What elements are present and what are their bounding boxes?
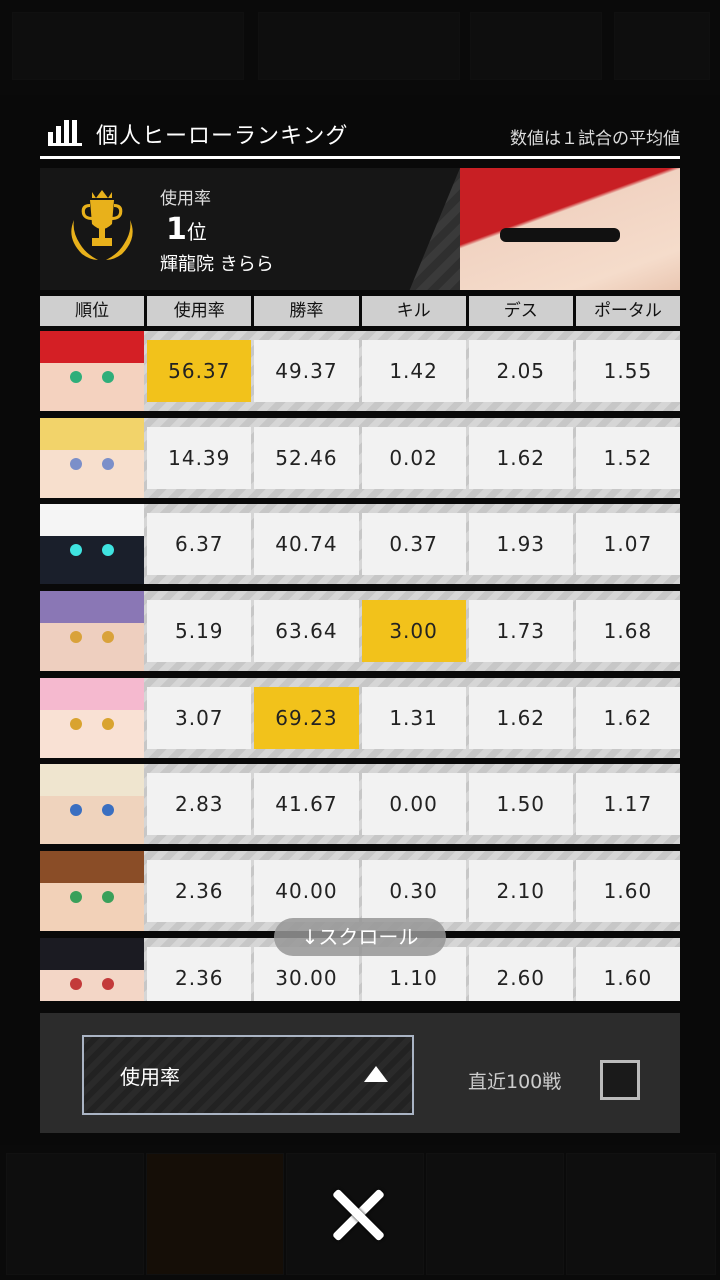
cell-portal: 1.07 bbox=[575, 513, 680, 576]
cell-win: 69.23 bbox=[254, 686, 359, 749]
table-row[interactable]: 6.37 40.74 0.37 1.93 1.07 bbox=[40, 504, 680, 585]
sort-dropdown[interactable]: 使用率 bbox=[82, 1035, 414, 1115]
cell-death: 2.05 bbox=[468, 340, 573, 402]
ranking-panel: 個人ヒーローランキング 数値は１試合の平均値 使用率 1位 輝龍院 きらら 順位… bbox=[40, 112, 681, 1001]
cell-portal: 1.68 bbox=[575, 600, 680, 663]
cell-kill: 0.37 bbox=[361, 513, 466, 576]
hero-portrait bbox=[40, 591, 145, 672]
cell-kill: 1.31 bbox=[361, 686, 466, 749]
recent-filter-checkbox[interactable] bbox=[600, 1060, 640, 1100]
cell-death: 2.60 bbox=[468, 946, 573, 1001]
cell-usage: 5.19 bbox=[147, 600, 252, 663]
table-row[interactable]: 5.19 63.64 3.00 1.73 1.68 bbox=[40, 591, 680, 672]
cell-kill: 1.42 bbox=[361, 340, 466, 402]
table-row[interactable]: 3.07 69.23 1.31 1.62 1.62 bbox=[40, 677, 680, 758]
cell-kill: 0.02 bbox=[361, 426, 466, 489]
cell-portal: 1.17 bbox=[575, 773, 680, 836]
recent-filter-label: 直近100戦 bbox=[468, 1071, 562, 1093]
cell-win: 52.46 bbox=[254, 426, 359, 489]
cell-portal: 1.62 bbox=[575, 686, 680, 749]
filter-bar: 使用率 直近100戦 bbox=[40, 1013, 680, 1133]
cell-portal: 1.60 bbox=[575, 860, 680, 923]
table-header: 順位 使用率 勝率 キル デス ポータル bbox=[40, 296, 681, 326]
close-icon[interactable] bbox=[330, 1186, 388, 1244]
scroll-hint: ↓スクロール bbox=[274, 918, 446, 956]
top-hero-banner: 使用率 1位 輝龍院 きらら bbox=[40, 168, 680, 290]
cell-win: 40.74 bbox=[254, 513, 359, 576]
cell-portal: 1.60 bbox=[575, 946, 680, 1001]
cell-death: 2.10 bbox=[468, 860, 573, 923]
cell-death: 1.50 bbox=[468, 773, 573, 836]
cell-kill: 3.00 bbox=[361, 600, 466, 663]
column-header-rank[interactable]: 順位 bbox=[40, 296, 145, 326]
hero-portrait bbox=[40, 764, 145, 845]
banner-rank: 1位 bbox=[166, 212, 207, 247]
hero-portrait bbox=[40, 677, 145, 758]
cell-usage: 2.36 bbox=[147, 860, 252, 923]
cell-kill: 0.30 bbox=[361, 860, 466, 923]
sort-dropdown-value: 使用率 bbox=[120, 1065, 180, 1089]
banner-hero-name: 輝龍院 きらら bbox=[160, 254, 274, 275]
cell-death: 1.73 bbox=[468, 600, 573, 663]
cell-kill: 0.00 bbox=[361, 773, 466, 836]
cell-usage: 6.37 bbox=[147, 513, 252, 576]
cell-death: 1.93 bbox=[468, 513, 573, 576]
cell-win: 49.37 bbox=[254, 340, 359, 402]
hero-portrait-large bbox=[460, 168, 680, 290]
panel-header: 個人ヒーローランキング 数値は１試合の平均値 bbox=[40, 112, 680, 159]
hero-portrait bbox=[40, 504, 145, 585]
average-note: 数値は１試合の平均値 bbox=[510, 129, 680, 149]
cell-usage: 14.39 bbox=[147, 426, 252, 489]
column-header-death[interactable]: デス bbox=[468, 296, 573, 326]
column-header-win[interactable]: 勝率 bbox=[254, 296, 359, 326]
trophy-icon bbox=[71, 190, 133, 260]
cell-death: 1.62 bbox=[468, 686, 573, 749]
column-header-kill[interactable]: キル bbox=[361, 296, 466, 326]
triangle-up-icon bbox=[364, 1066, 388, 1082]
cell-usage: 56.37 bbox=[147, 340, 252, 402]
cell-usage: 3.07 bbox=[147, 686, 252, 749]
table-row[interactable]: 2.83 41.67 0.00 1.50 1.17 bbox=[40, 764, 680, 845]
cell-death: 1.62 bbox=[468, 426, 573, 489]
cell-usage: 2.83 bbox=[147, 773, 252, 836]
panel-title: 個人ヒーローランキング bbox=[96, 124, 349, 149]
hero-portrait bbox=[40, 937, 145, 1001]
hero-portrait bbox=[40, 851, 145, 932]
column-header-usage[interactable]: 使用率 bbox=[147, 296, 252, 326]
cell-portal: 1.52 bbox=[575, 426, 680, 489]
table-row[interactable]: 14.39 52.46 0.02 1.62 1.52 bbox=[40, 417, 680, 498]
bar-chart-icon bbox=[48, 118, 82, 146]
ranking-table-body[interactable]: 56.37 49.37 1.42 2.05 1.55 14.39 52.46 0.02 1.62… bbox=[40, 331, 680, 1001]
table-row[interactable]: 56.37 49.37 1.42 2.05 1.55 bbox=[40, 331, 680, 411]
banner-stat-label: 使用率 bbox=[160, 189, 211, 209]
cell-portal: 1.55 bbox=[575, 340, 680, 402]
hero-portrait bbox=[40, 417, 145, 498]
cell-win: 40.00 bbox=[254, 860, 359, 923]
hero-portrait bbox=[40, 331, 145, 411]
cell-win: 41.67 bbox=[254, 773, 359, 836]
cell-usage: 2.36 bbox=[147, 946, 252, 1001]
cell-win: 63.64 bbox=[254, 600, 359, 663]
column-header-portal[interactable]: ポータル bbox=[575, 296, 681, 326]
